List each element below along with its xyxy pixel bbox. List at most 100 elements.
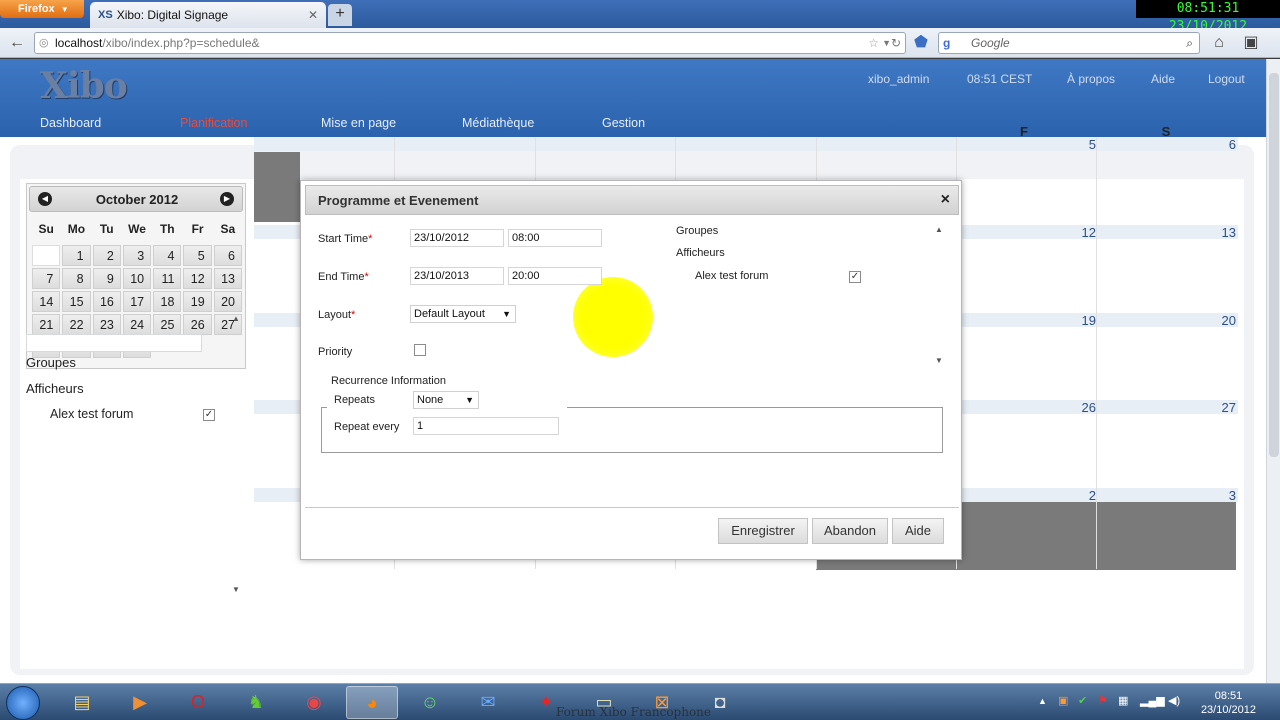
tray-app-icon[interactable]: ▣ <box>1058 694 1068 707</box>
mini-calendar-day[interactable]: 7 <box>32 268 61 289</box>
left-panel-scrollbar[interactable]: ▲ ▼ <box>230 312 244 596</box>
calendar-day-number[interactable]: 12 <box>1034 225 1096 240</box>
end-time-input[interactable]: 20:00 <box>508 267 602 285</box>
mini-calendar-day[interactable]: 4 <box>153 245 182 266</box>
tray-device-icon[interactable]: ▦ <box>1118 694 1128 707</box>
search-icon[interactable]: ⌕ <box>1186 33 1193 53</box>
mini-calendar-day[interactable]: 8 <box>62 268 91 289</box>
prev-month-icon[interactable]: ◀ <box>38 192 52 206</box>
mini-calendar-day[interactable]: 19 <box>183 291 212 312</box>
taskbar-clock[interactable]: 08:51 23/10/2012 <box>1201 689 1256 717</box>
page-scrollbar-thumb[interactable] <box>1269 73 1279 457</box>
mini-calendar-day[interactable]: 5 <box>183 245 212 266</box>
tray-expand-icon[interactable]: ▲ <box>1038 696 1047 706</box>
opera-icon[interactable]: O <box>172 686 224 719</box>
calendar-day-number[interactable]: 26 <box>1034 400 1096 415</box>
priority-checkbox[interactable] <box>414 344 426 356</box>
cancel-button[interactable]: Abandon <box>812 518 888 544</box>
messenger-icon[interactable]: ☺ <box>404 686 456 719</box>
tray-check-icon[interactable]: ✔ <box>1078 694 1087 707</box>
calendar-day-number[interactable]: 5 <box>1034 137 1096 152</box>
dialog-display-checkbox[interactable]: ✓ <box>849 271 861 283</box>
mini-calendar-day[interactable]: 1 <box>62 245 91 266</box>
page-scrollbar[interactable] <box>1266 59 1280 683</box>
user-link[interactable]: xibo_admin <box>868 72 929 86</box>
dialog-targets-scrollbar[interactable]: ▲ ▼ <box>933 225 945 365</box>
calendar-day-number[interactable]: 13 <box>1174 225 1236 240</box>
tab-close-icon[interactable]: ✕ <box>308 8 318 22</box>
browser-tab-active[interactable]: XS Xibo: Digital Signage ✕ <box>90 2 326 28</box>
explorer-icon[interactable]: ▤ <box>56 686 108 719</box>
xibo-logo[interactable]: Xibo <box>40 65 128 107</box>
home-icon[interactable]: ⌂ <box>1208 32 1230 54</box>
scroll-up-icon[interactable]: ▲ <box>232 314 240 323</box>
mini-calendar-day[interactable]: 26 <box>183 314 212 335</box>
mini-calendar-day[interactable]: 22 <box>62 314 91 335</box>
volume-icon[interactable]: ◀) <box>1168 694 1180 707</box>
calendar-day-number[interactable]: 6 <box>1174 137 1236 152</box>
start-date-input[interactable]: 23/10/2012 <box>410 229 504 247</box>
scroll-down-icon[interactable]: ▼ <box>232 585 240 594</box>
addon-icon[interactable]: ⬟ <box>910 32 932 54</box>
media-player-icon[interactable]: ▶ <box>114 686 166 719</box>
network-icon[interactable]: ▂▄▆ <box>1140 694 1165 707</box>
mini-calendar-day[interactable]: 15 <box>62 291 91 312</box>
repeats-select[interactable]: None ▼ <box>413 391 479 409</box>
left-display-checkbox[interactable]: ✓ <box>203 409 215 421</box>
nav-planification[interactable]: Planification <box>180 116 247 130</box>
calendar-day-number[interactable]: 2 <box>1034 488 1096 503</box>
mini-calendar-day[interactable]: 13 <box>213 268 242 289</box>
mini-calendar-day[interactable]: 17 <box>122 291 152 312</box>
about-link[interactable]: À propos <box>1067 72 1115 86</box>
menu-icon[interactable]: ▣ <box>1240 32 1262 54</box>
back-arrow-icon[interactable]: ← <box>6 32 28 54</box>
search-bar[interactable]: g Google ⌕ <box>938 32 1200 54</box>
mini-calendar-day[interactable]: 18 <box>153 291 182 312</box>
mini-calendar-day[interactable]: 16 <box>92 291 121 312</box>
logout-link[interactable]: Logout <box>1208 72 1245 86</box>
mini-calendar-day[interactable]: 9 <box>92 268 121 289</box>
mini-calendar-day[interactable]: 12 <box>183 268 212 289</box>
mini-calendar-day[interactable]: 20 <box>213 291 242 312</box>
chrome-icon[interactable]: ◉ <box>288 686 340 719</box>
url-bar[interactable]: ◎ localhost/xibo/index.php?p=schedule& ☆… <box>34 32 906 54</box>
new-tab-button[interactable]: + <box>328 4 352 26</box>
display-filter-input[interactable] <box>26 334 202 352</box>
mini-calendar-day[interactable]: 14 <box>32 291 61 312</box>
firefox-icon[interactable]: ◕ <box>346 686 398 719</box>
google-engine-icon[interactable]: g <box>943 33 950 53</box>
mini-calendar-day[interactable]: 3 <box>122 245 152 266</box>
calendar-day-number[interactable]: 27 <box>1174 400 1236 415</box>
mini-calendar-day[interactable]: 21 <box>32 314 61 335</box>
start-time-input[interactable]: 08:00 <box>508 229 602 247</box>
mini-calendar-day[interactable]: 2 <box>92 245 121 266</box>
save-button[interactable]: Enregistrer <box>718 518 808 544</box>
help-button[interactable]: Aide <box>892 518 944 544</box>
calendar-day-number[interactable]: 3 <box>1174 488 1236 503</box>
close-icon[interactable]: × <box>941 191 950 209</box>
mini-calendar-day[interactable]: 10 <box>122 268 152 289</box>
help-link[interactable]: Aide <box>1151 72 1175 86</box>
game-icon[interactable]: ♞ <box>230 686 282 719</box>
repeat-every-input[interactable]: 1 <box>413 417 559 435</box>
layout-select[interactable]: Default Layout ▼ <box>410 305 516 323</box>
start-button-icon[interactable] <box>6 686 40 720</box>
mini-calendar-day[interactable]: 23 <box>92 314 121 335</box>
firefox-menu-button[interactable]: Firefox ▼ <box>0 0 84 18</box>
reload-icon[interactable]: ↻ <box>891 33 901 53</box>
calendar-day-number[interactable]: 19 <box>1034 313 1096 328</box>
mini-calendar-day[interactable]: 11 <box>153 268 182 289</box>
nav-dashboard[interactable]: Dashboard <box>40 116 101 130</box>
mini-calendar-day[interactable]: 6 <box>213 245 242 266</box>
next-month-icon[interactable]: ▶ <box>220 192 234 206</box>
scroll-down-icon[interactable]: ▼ <box>935 356 943 365</box>
tray-alert-icon[interactable]: ⚑ <box>1098 694 1108 707</box>
url-dropdown-icon[interactable]: ▼ <box>882 33 891 53</box>
mini-calendar-day[interactable]: 25 <box>153 314 182 335</box>
thunderbird-icon[interactable]: ✉ <box>462 686 514 719</box>
mini-calendar-day[interactable]: 24 <box>122 314 152 335</box>
end-date-input[interactable]: 23/10/2013 <box>410 267 504 285</box>
scroll-up-icon[interactable]: ▲ <box>935 225 943 234</box>
calendar-day-number[interactable]: 20 <box>1174 313 1236 328</box>
bookmark-star-icon[interactable]: ☆ <box>868 33 879 53</box>
